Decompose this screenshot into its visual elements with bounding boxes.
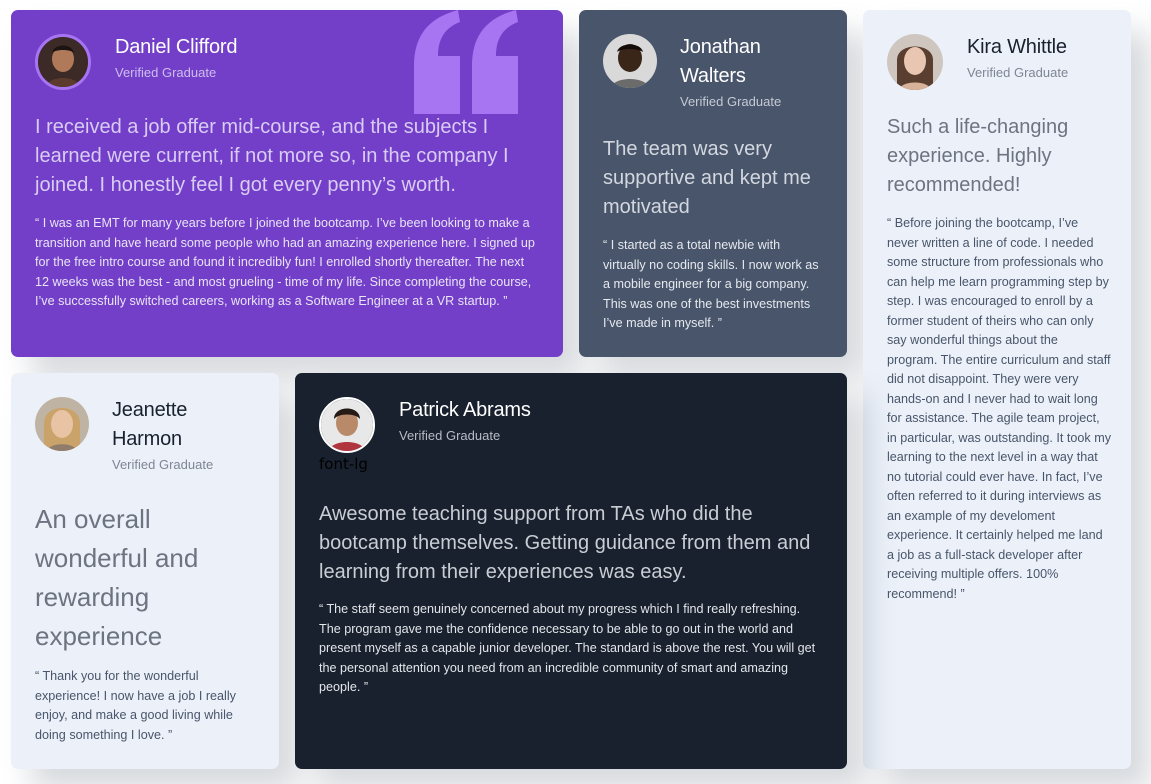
avatar (35, 34, 91, 90)
testimonial-card-patrick: font-lg Patrick Abrams Verified Graduate… (295, 373, 847, 769)
testimonial-quote: “ Thank you for the wonderful experience… (35, 669, 236, 742)
avatar (319, 397, 375, 453)
testimonial-headline: An overall wonderful and rewarding exper… (35, 504, 199, 651)
testimonial-quote: “ The staff seem genuinely concerned abo… (319, 602, 816, 694)
testimonial-card-kira: Kira Whittle Verified Graduate Such a li… (863, 10, 1131, 769)
avatar (887, 34, 943, 90)
testimonial-quote: “ Before joining the bootcamp, I’ve neve… (887, 216, 1111, 601)
person-role: Verified Graduate (967, 65, 1069, 80)
person-name: Kira Whittle (967, 36, 1067, 58)
avatar (603, 34, 657, 88)
testimonial-card-jonathan: Jonathan Walters Verified Graduate The t… (579, 10, 847, 357)
testimonial-headline: The team was very supportive and kept me… (603, 138, 811, 218)
testimonial-headline: Such a life-changing experience. Highly … (887, 116, 1069, 196)
testimonial-quote: “ I was an EMT for many years before I j… (35, 216, 535, 308)
testimonial-card-daniel: Daniel Clifford Verified Graduate I rece… (11, 10, 563, 357)
quotation-mark-icon (414, 10, 522, 119)
person-role: Verified Graduate (399, 428, 501, 443)
testimonial-headline: Awesome teaching support from TAs who di… (319, 503, 811, 583)
person-name: Daniel Clifford (115, 36, 238, 58)
person-name: Jonathan Walters (680, 36, 761, 87)
person-role: Verified Graduate (680, 94, 782, 109)
avatar (35, 397, 89, 451)
person-name: Patrick Abrams (399, 399, 531, 421)
font-size-label: font-lg (319, 455, 368, 473)
testimonial-quote: “ I started as a total newbie with virtu… (603, 238, 819, 330)
person-role: Verified Graduate (115, 65, 217, 80)
person-role: Verified Graduate (112, 457, 214, 472)
person-name: Jeanette Harmon (112, 399, 188, 450)
testimonial-card-jeanette: Jeanette Harmon Verified Graduate An ove… (11, 373, 279, 769)
testimonial-headline: I received a job offer mid-course, and t… (35, 116, 509, 196)
